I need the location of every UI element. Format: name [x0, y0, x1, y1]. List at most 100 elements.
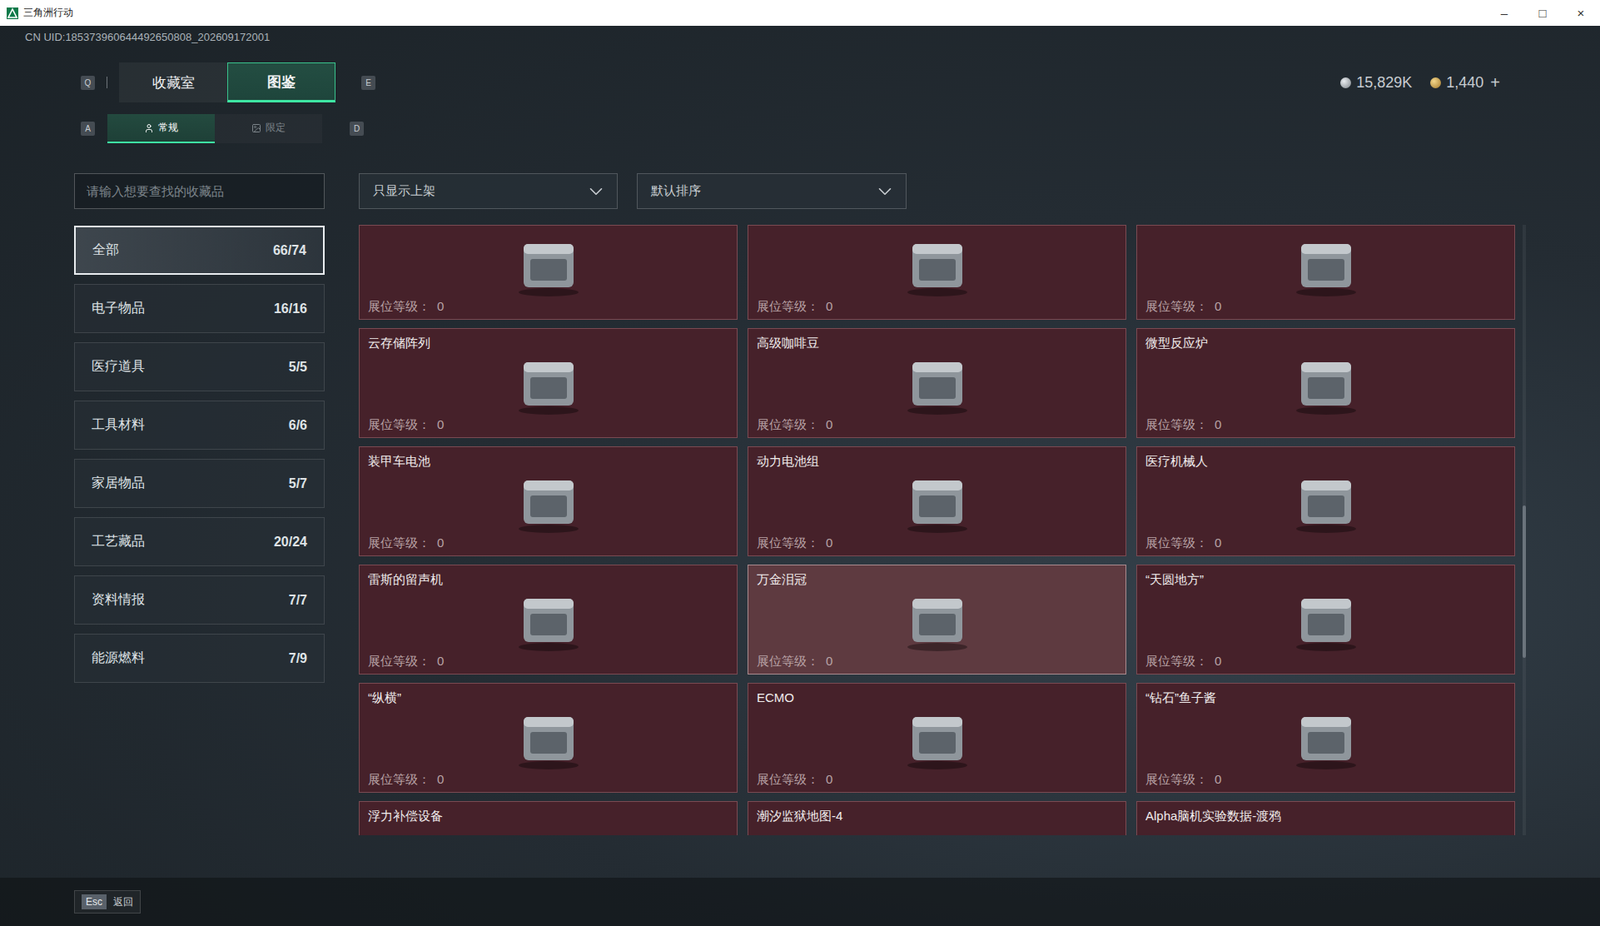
item-card[interactable]: “纵横”展位等级：0: [358, 682, 738, 793]
sidebar-item[interactable]: 工具材料6/6: [74, 400, 325, 450]
item-level: 展位等级：0: [367, 653, 729, 669]
item-icon: [1280, 468, 1372, 536]
main-tab[interactable]: 图鉴: [227, 62, 336, 103]
item-level: 展位等级：0: [756, 771, 1118, 787]
uid-label: CN UID:185373960644492650808_20260917200…: [24, 30, 1600, 46]
item-card[interactable]: 云存储阵列展位等级：0: [358, 327, 738, 438]
item-name: 微型反应炉: [1145, 335, 1506, 351]
item-icon: [891, 232, 984, 299]
item-card[interactable]: 潮汐监狱地图-4: [747, 800, 1127, 835]
item-level: 展位等级：0: [1145, 417, 1506, 433]
image-icon: [251, 123, 262, 134]
filter-row: 只显示上架默认排序: [358, 173, 1533, 209]
sub-tab[interactable]: 常规: [107, 114, 215, 144]
item-name: 装甲车电池: [367, 453, 729, 469]
item-name: 高级咖啡豆: [756, 335, 1118, 351]
title-bar: 三角洲行动–□×: [0, 0, 1600, 26]
item-card[interactable]: 医疗机械人展位等级：0: [1136, 446, 1516, 557]
key-hint: Q: [80, 75, 95, 90]
item-card[interactable]: 展位等级：0: [1136, 224, 1516, 320]
item-icon: [1280, 830, 1372, 835]
item-icon: [891, 830, 984, 835]
item-card[interactable]: Alpha脑机实验数据-渡鸦: [1136, 800, 1516, 835]
main-tab[interactable]: 收藏室: [119, 62, 228, 103]
item-name: 医疗机械人: [1145, 453, 1506, 469]
item-icon: [891, 586, 984, 654]
item-card[interactable]: 展位等级：0: [358, 224, 738, 320]
sidebar-item[interactable]: 能源燃料7/9: [74, 633, 325, 683]
sidebar: 全部66/74 电子物品16/16 医疗道具5/5 工具材料6/6 家居物品5/7 工艺藏…: [74, 173, 325, 878]
back-button[interactable]: Esc返回: [74, 889, 141, 914]
collection-panel: 只显示上架默认排序展位等级：0展位等级：0展位等级：0云存储阵列展位等级：0高级…: [358, 173, 1533, 878]
item-name: 动力电池组: [756, 453, 1118, 469]
item-level: 展位等级：0: [756, 417, 1118, 433]
bottom-bar: Esc返回: [0, 877, 1600, 926]
item-card[interactable]: 装甲车电池展位等级：0: [358, 446, 738, 557]
sidebar-item[interactable]: 工艺藏品20/24: [74, 516, 325, 567]
item-grid-viewport: 展位等级：0展位等级：0展位等级：0云存储阵列展位等级：0高级咖啡豆展位等级：0…: [358, 224, 1516, 835]
sub-tab[interactable]: 限定: [214, 114, 323, 144]
currency-item: 1,440+: [1430, 73, 1501, 93]
item-level: 展位等级：0: [1145, 653, 1506, 669]
item-card[interactable]: 展位等级：0: [747, 224, 1127, 320]
item-grid: 展位等级：0展位等级：0展位等级：0云存储阵列展位等级：0高级咖啡豆展位等级：0…: [358, 224, 1516, 835]
item-card[interactable]: 雷斯的留声机展位等级：0: [358, 564, 738, 675]
currency-item: 15,829K: [1340, 74, 1412, 92]
sidebar-item[interactable]: 医疗道具5/5: [74, 342, 325, 392]
item-card[interactable]: 高级咖啡豆展位等级：0: [747, 327, 1127, 438]
item-icon: [1280, 586, 1372, 654]
item-level: 展位等级：0: [367, 417, 729, 433]
window-control-button[interactable]: □: [1523, 0, 1562, 26]
sidebar-item[interactable]: 资料情报7/7: [74, 575, 325, 625]
item-card[interactable]: 微型反应炉展位等级：0: [1136, 327, 1516, 438]
search-input[interactable]: [74, 173, 325, 209]
filter-dropdown[interactable]: 只显示上架: [358, 173, 618, 209]
coin-icon: [1340, 77, 1352, 89]
item-name: ECMO: [756, 690, 1118, 706]
item-level: 展位等级：0: [756, 298, 1118, 314]
item-level: 展位等级：0: [756, 653, 1118, 669]
sidebar-item[interactable]: 家居物品5/7: [74, 458, 325, 508]
item-icon: [1280, 350, 1372, 418]
item-icon: [502, 350, 595, 418]
sidebar-item[interactable]: 全部66/74: [74, 225, 325, 275]
item-level: 展位等级：0: [1145, 771, 1506, 787]
key-hint: E: [361, 75, 376, 90]
logo-icon: [6, 7, 19, 20]
scrollbar-thumb[interactable]: [1522, 505, 1526, 658]
item-name: 浮力补偿设备: [367, 808, 729, 824]
window-control-button[interactable]: –: [1485, 0, 1524, 26]
item-icon: [1280, 705, 1372, 772]
item-card[interactable]: 动力电池组展位等级：0: [747, 446, 1127, 557]
item-level: 展位等级：0: [1145, 298, 1506, 314]
item-name: 潮汐监狱地图-4: [756, 808, 1118, 824]
item-name: 云存储阵列: [367, 335, 729, 351]
item-card[interactable]: 浮力补偿设备: [358, 800, 738, 835]
subtabs-row: A常规限定D: [24, 114, 1600, 144]
item-icon: [502, 232, 595, 299]
item-card[interactable]: 万金泪冠展位等级：0: [747, 564, 1127, 675]
item-card[interactable]: ECMO 展位等级：0: [747, 682, 1127, 793]
item-icon: [891, 350, 984, 418]
chevron-down-icon: [874, 180, 896, 203]
scrollbar[interactable]: [1522, 224, 1526, 835]
filter-dropdown[interactable]: 默认排序: [636, 173, 907, 209]
item-icon: [502, 586, 595, 654]
item-name: Alpha脑机实验数据-渡鸦: [1145, 808, 1506, 824]
add-currency-button[interactable]: +: [1490, 73, 1501, 93]
game-window: 三角洲行动–□× CN UID:185373960644492650808_202…: [0, 0, 1600, 926]
item-icon: [502, 468, 595, 536]
item-card[interactable]: “天圆地方” 展位等级：0: [1136, 564, 1516, 675]
content: 全部66/74 电子物品16/16 医疗道具5/5 工具材料6/6 家居物品5/7 工艺藏…: [24, 173, 1600, 878]
sidebar-item[interactable]: 电子物品16/16: [74, 283, 325, 333]
chevron-down-icon: [585, 180, 607, 203]
item-name: 雷斯的留声机: [367, 571, 729, 587]
coin-icon: [1430, 77, 1441, 89]
item-card[interactable]: “钻石”鱼子酱展位等级：0: [1136, 682, 1516, 793]
item-icon: [891, 705, 984, 772]
window-control-button[interactable]: ×: [1561, 0, 1600, 26]
main-area: CN UID:185373960644492650808_20260917200…: [0, 25, 1600, 878]
item-name: “天圆地方”: [1145, 571, 1506, 587]
item-icon: [502, 705, 595, 772]
item-level: 展位等级：0: [756, 535, 1118, 551]
